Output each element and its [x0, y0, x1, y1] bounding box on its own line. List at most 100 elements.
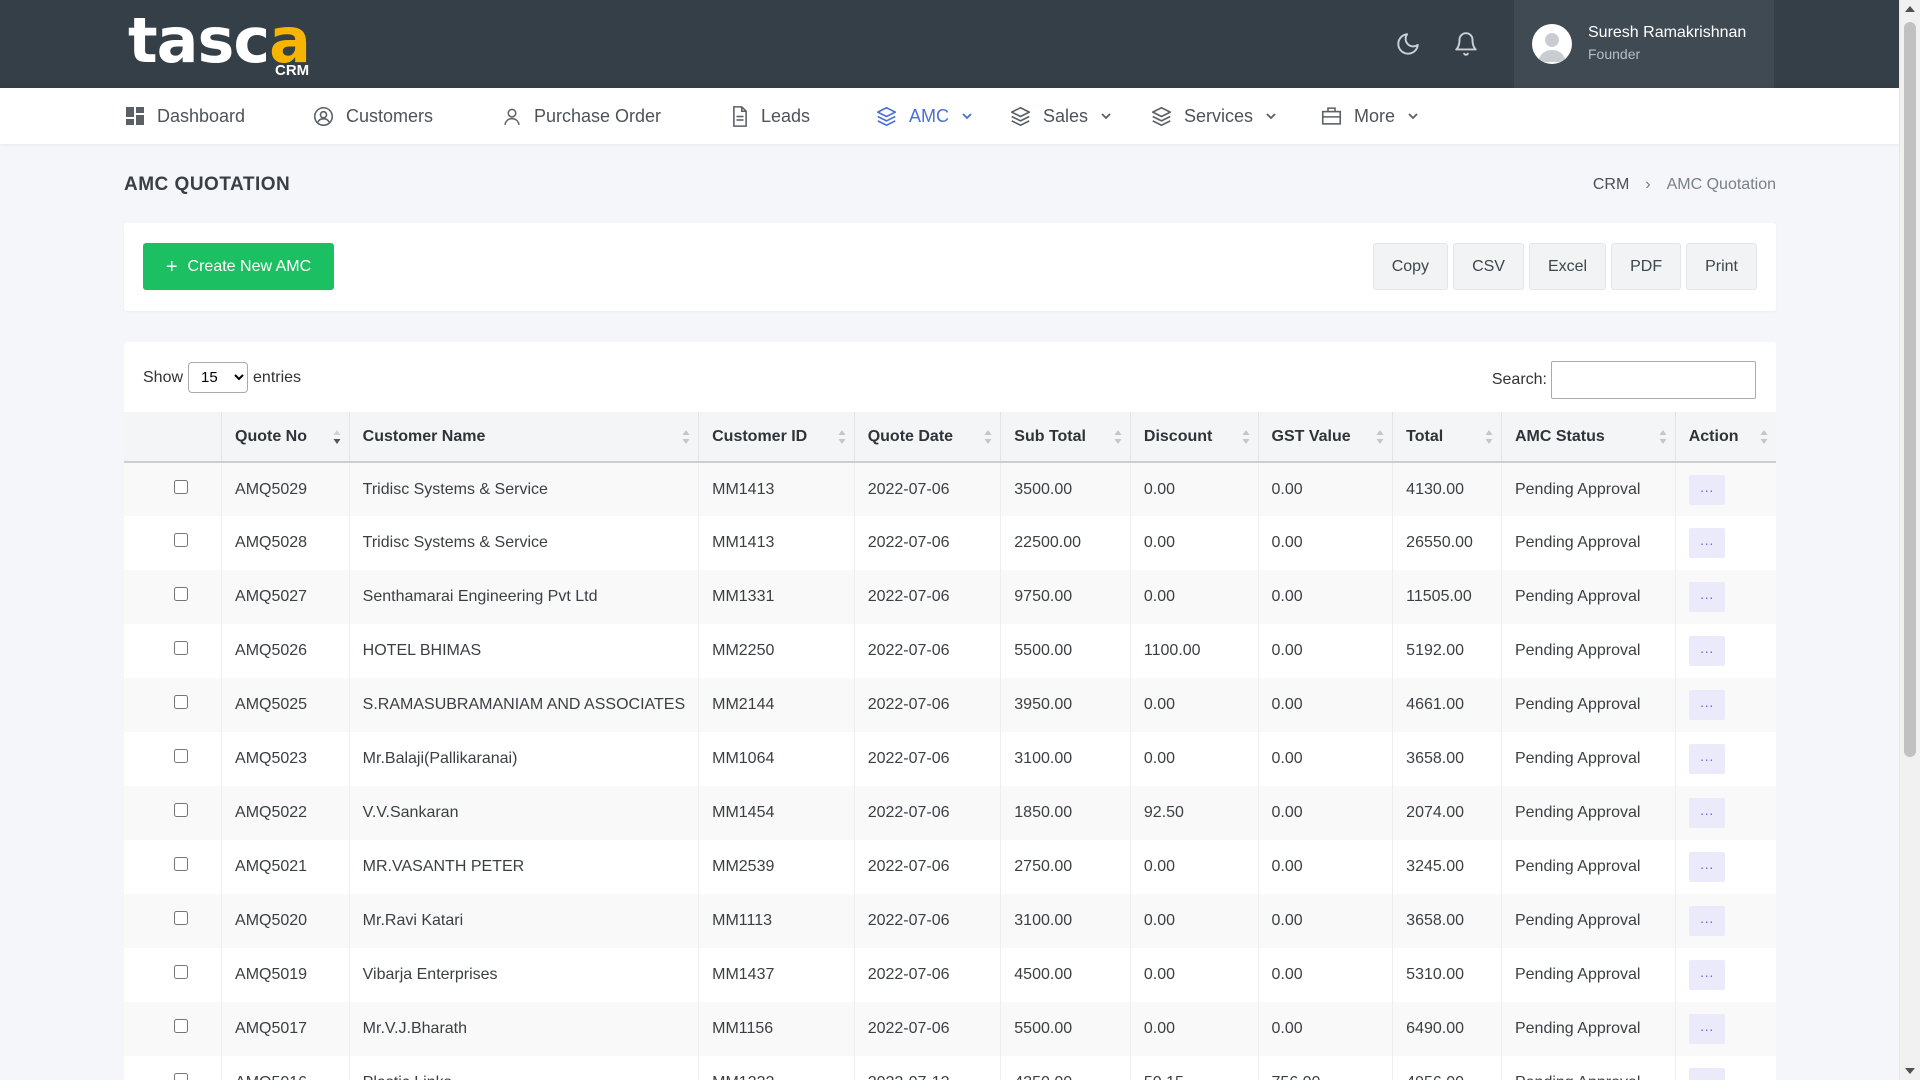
row-checkbox[interactable] [174, 749, 188, 763]
nav-leads[interactable]: Leads [731, 88, 810, 144]
breadcrumb-crm[interactable]: CRM [1593, 176, 1629, 194]
sort-icon[interactable] [838, 429, 846, 445]
table-cell: 3100.00 [1000, 732, 1131, 786]
pdf-button[interactable]: PDF [1611, 243, 1682, 290]
table-row[interactable]: AMQ5016Plastic LinksMM12322022-07-124250… [124, 1056, 1776, 1080]
column-header[interactable]: Quote Date [854, 412, 1002, 463]
moon-icon[interactable] [1390, 26, 1426, 62]
row-action-button[interactable]: ··· [1688, 744, 1725, 774]
table-row[interactable]: AMQ5028 Tridisc Systems & Service MM1413 20… [124, 516, 1776, 570]
table-row[interactable]: AMQ5022 V.V.Sankaran MM1454 2022-07-06 1850.… [124, 786, 1776, 840]
sort-icon[interactable] [1760, 429, 1768, 445]
table-row[interactable]: AMQ5029 Tridisc Systems & Service MM1413 20… [124, 462, 1776, 516]
copy-button[interactable]: Copy [1372, 243, 1449, 290]
column-header[interactable]: Customer ID [698, 412, 855, 463]
create-new-amc-button[interactable]: + Create New AMC [143, 243, 334, 290]
layers-icon [1151, 106, 1172, 126]
nav-purchase-order[interactable]: Purchase Order [502, 88, 661, 144]
row-checkbox-cell [124, 732, 223, 786]
user-menu[interactable]: Suresh Ramakrishnan Founder [1514, 0, 1774, 88]
column-header[interactable]: Action [1675, 412, 1776, 463]
table-row[interactable]: AMQ5017 Mr.V.J.Bharath MM1156 2022-07-06 550… [124, 1002, 1776, 1056]
entries-select[interactable]: 15 [188, 362, 249, 393]
nav-more[interactable]: More [1321, 88, 1419, 144]
column-header[interactable]: GST Value [1258, 412, 1394, 463]
user-icon [504, 108, 520, 125]
column-header[interactable]: Quote No [221, 412, 350, 463]
row-action-button[interactable]: ··· [1688, 852, 1725, 882]
table-row[interactable]: AMQ5021 MR.VASANTH PETER MM2539 2022-07-06 2… [124, 840, 1776, 894]
row-checkbox[interactable] [174, 533, 188, 547]
print-button[interactable]: Print [1686, 243, 1757, 290]
bell-icon[interactable] [1448, 26, 1484, 62]
table-row[interactable]: AMQ5023 Mr.Balaji(Pallikaranai) MM1064 2022… [124, 732, 1776, 786]
sort-icon[interactable] [1242, 429, 1250, 445]
row-action-button[interactable]: ··· [1688, 798, 1725, 828]
table-cell: MM1454 [698, 786, 855, 840]
header-select[interactable] [124, 412, 223, 463]
table-row[interactable]: AMQ5020 Mr.Ravi Katari MM1113 2022-07-06 310… [124, 894, 1776, 948]
nav-dashboard[interactable]: Dashboard [125, 88, 245, 144]
row-action-button[interactable]: ··· [1688, 582, 1725, 612]
column-header[interactable]: AMC Status [1501, 412, 1676, 463]
row-checkbox[interactable] [174, 695, 188, 709]
sort-icon[interactable] [984, 429, 992, 445]
nav-customers[interactable]: Customers [313, 88, 433, 144]
column-header[interactable]: Sub Total [1000, 412, 1131, 463]
table-cell: AMQ5027 [221, 570, 350, 624]
row-checkbox[interactable] [174, 479, 188, 494]
sort-icon[interactable] [1485, 429, 1493, 445]
sort-icon[interactable] [1376, 429, 1384, 445]
scroll-down-icon[interactable] [1905, 1068, 1915, 1074]
row-checkbox[interactable] [174, 911, 188, 925]
table-cell: 3245.00 [1392, 840, 1502, 894]
column-header[interactable]: Customer Name [349, 412, 700, 463]
row-action-button[interactable]: ··· [1688, 690, 1725, 720]
breadcrumb-current: AMC Quotation [1666, 176, 1776, 193]
row-checkbox[interactable] [174, 641, 188, 655]
row-checkbox[interactable] [174, 857, 188, 871]
table-row[interactable]: AMQ5026 HOTEL BHIMAS MM2250 2022-07-06 5500.… [124, 624, 1776, 678]
table-row[interactable]: AMQ5019 Vibarja Enterprises MM1437 2022-07-… [124, 948, 1776, 1002]
page-scrollbar[interactable] [1899, 0, 1920, 1080]
sort-icon[interactable] [1659, 429, 1667, 445]
row-checkbox[interactable] [174, 587, 188, 601]
table-body: AMQ5029 Tridisc Systems & Service MM1413 20… [124, 462, 1776, 1080]
brand-logo[interactable]: tasca CRM [128, 10, 328, 80]
row-action-button[interactable]: ··· [1688, 528, 1725, 558]
row-action-button[interactable]: ··· [1688, 1014, 1725, 1044]
sort-icon[interactable] [682, 429, 690, 445]
create-label: Create New AMC [187, 257, 312, 275]
table-row[interactable]: AMQ5027 Senthamarai Engineering Pvt Ltd MM… [124, 570, 1776, 624]
table-cell: 2022-07-06 [854, 786, 1002, 840]
column-header-label: Quote No [235, 427, 308, 445]
search-input[interactable] [1551, 361, 1756, 399]
row-checkbox[interactable] [174, 965, 188, 979]
table-cell: 2022-07-06 [854, 678, 1002, 732]
sort-icon[interactable] [1114, 429, 1122, 445]
row-action-button[interactable]: ··· [1688, 636, 1725, 666]
nav-sales[interactable]: Sales [1010, 88, 1112, 144]
column-header[interactable]: Discount [1130, 412, 1259, 463]
scroll-up-icon[interactable] [1905, 6, 1915, 12]
row-action-button[interactable]: ··· [1688, 906, 1725, 936]
table-cell: 0.00 [1258, 516, 1394, 570]
csv-button[interactable]: CSV [1453, 243, 1524, 290]
row-action-button[interactable]: ··· [1688, 474, 1725, 505]
nav-services[interactable]: Services [1151, 88, 1277, 144]
row-action-button[interactable]: ··· [1688, 1068, 1725, 1080]
table-cell: 3658.00 [1392, 894, 1502, 948]
grid-icon [126, 107, 144, 125]
excel-button[interactable]: Excel [1528, 243, 1607, 290]
row-checkbox[interactable] [174, 1073, 188, 1080]
row-checkbox[interactable] [174, 803, 188, 817]
nav-label: Sales [1043, 105, 1089, 126]
row-action-button[interactable]: ··· [1688, 960, 1725, 990]
table-card: Show 15 entries Search: Quote No Customer… [124, 342, 1776, 1080]
scroll-thumb[interactable] [1904, 22, 1916, 757]
sort-icon[interactable] [333, 429, 341, 445]
row-checkbox[interactable] [174, 1019, 188, 1033]
column-header[interactable]: Total [1392, 412, 1502, 463]
table-row[interactable]: AMQ5025 S.RAMASUBRAMANIAM AND ASSOCIATES M… [124, 678, 1776, 732]
nav-amc[interactable]: AMC [876, 88, 973, 144]
